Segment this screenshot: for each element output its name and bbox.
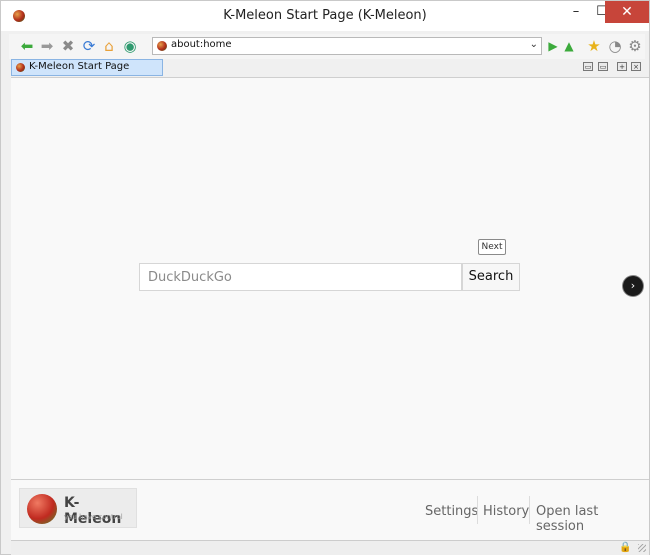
- security-lock-icon[interactable]: 🔒: [619, 542, 631, 553]
- divider: [529, 496, 530, 524]
- url-dropdown-icon[interactable]: ⌄: [530, 39, 538, 50]
- tab-start-page[interactable]: K-Meleon Start Page: [11, 59, 163, 76]
- search-button[interactable]: Search: [462, 263, 520, 291]
- divider: [477, 496, 478, 524]
- start-page-footer: K-Meleon you have control Settings Histo…: [11, 479, 649, 540]
- close-tab-icon[interactable]: ×: [631, 62, 641, 71]
- scroll-up-icon[interactable]: ▲: [561, 38, 577, 54]
- open-last-session-link[interactable]: Open last session: [536, 504, 649, 534]
- search-input[interactable]: DuckDuckGo: [139, 263, 462, 291]
- history-link[interactable]: History: [483, 504, 529, 519]
- tab-favicon-icon: [16, 63, 25, 72]
- history-icon[interactable]: ◔: [607, 38, 623, 54]
- tab-label: K-Meleon Start Page: [29, 61, 130, 72]
- page-content: Next DuckDuckGo Search ›: [11, 77, 649, 479]
- settings-link[interactable]: Settings: [425, 504, 478, 519]
- url-text[interactable]: about:home: [171, 39, 232, 50]
- status-bar: 🔒: [11, 540, 649, 555]
- browser-window: K-Meleon Start Page (K-Meleon) – ☐ ✕ ⬅ ➡…: [0, 0, 650, 555]
- home-icon[interactable]: ⌂: [101, 38, 117, 54]
- tab-list-icon[interactable]: ▭: [583, 62, 593, 71]
- search-placeholder: DuckDuckGo: [148, 270, 232, 285]
- next-button[interactable]: Next: [478, 239, 506, 255]
- carousel-next-icon[interactable]: ›: [623, 276, 643, 296]
- address-bar[interactable]: about:home ⌄: [152, 37, 542, 55]
- settings-gear-icon[interactable]: ⚙: [627, 38, 643, 54]
- resize-grip-icon[interactable]: [638, 544, 646, 552]
- navigation-toolbar: ⬅ ➡ ✖ ⟳ ⌂ ◉ about:home ⌄ ▶ ▲ ★ ◔ ⚙: [9, 34, 645, 61]
- forward-icon[interactable]: ➡: [39, 38, 55, 54]
- tab-bar: K-Meleon Start Page ▭ ▭ + ×: [9, 59, 645, 76]
- window-title: K-Meleon Start Page (K-Meleon): [223, 8, 427, 23]
- title-bar: K-Meleon Start Page (K-Meleon) – ☐ ✕: [1, 1, 649, 31]
- logo-tagline: you have control: [64, 513, 123, 521]
- logo-name: K-Meleon: [64, 495, 122, 527]
- reload-icon[interactable]: ⟳: [81, 38, 97, 54]
- k-meleon-logo: K-Meleon you have control: [19, 488, 137, 528]
- go-icon[interactable]: ▶: [545, 38, 561, 54]
- chameleon-logo-icon: [27, 494, 57, 524]
- new-tab-icon[interactable]: +: [617, 62, 627, 71]
- site-favicon-icon: [157, 41, 167, 51]
- bookmark-star-icon[interactable]: ★: [586, 38, 602, 54]
- globe-icon[interactable]: ◉: [122, 38, 138, 54]
- stop-icon[interactable]: ✖: [60, 38, 76, 54]
- tab-restore-icon[interactable]: ▭: [598, 62, 608, 71]
- close-button[interactable]: ✕: [605, 1, 649, 23]
- back-icon[interactable]: ⬅: [19, 38, 35, 54]
